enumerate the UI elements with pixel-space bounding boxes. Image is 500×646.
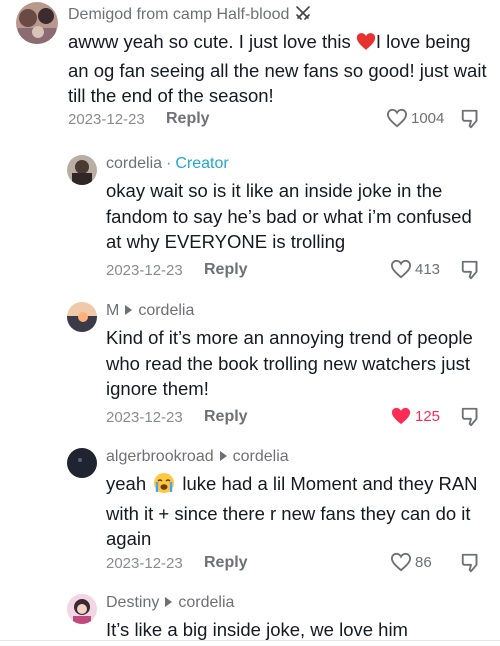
avatar[interactable]: [67, 302, 97, 332]
comment-username[interactable]: cordelia·Creator: [106, 155, 229, 173]
like-count: 125: [415, 408, 440, 425]
thumbs-down-icon: [460, 117, 482, 134]
like-button[interactable]: 1004: [386, 108, 444, 128]
heart-outline-icon: [390, 552, 412, 572]
heart-outline-icon: [386, 108, 408, 128]
reply-arrow-icon: [125, 305, 132, 315]
dislike-button[interactable]: [460, 552, 482, 579]
comment-username[interactable]: Demigod from camp Half-blood: [68, 4, 312, 27]
comment-username[interactable]: Destinycordelia: [106, 594, 234, 612]
comment-date: 2023-12-23: [106, 262, 183, 279]
like-count: 1004: [411, 110, 444, 127]
reply-button[interactable]: Reply: [204, 554, 248, 572]
thumbs-down-icon: [460, 268, 482, 285]
comment-text: yeah luke had a lil Moment and they RAN …: [106, 471, 491, 552]
reply-arrow-icon: [165, 597, 172, 607]
reply-button[interactable]: Reply: [166, 110, 210, 128]
comment-date: 2023-12-23: [106, 409, 183, 426]
comment-username[interactable]: Mcordelia: [106, 302, 194, 320]
like-count: 413: [415, 261, 440, 278]
avatar[interactable]: [67, 594, 97, 624]
comment-text: awww yeah so cute. I just love this I lo…: [68, 29, 488, 109]
comment-date: 2023-12-23: [106, 555, 183, 572]
like-button[interactable]: 413: [390, 259, 440, 279]
reply-button[interactable]: Reply: [204, 408, 248, 426]
comment-text: Kind of it’s more an annoying trend of p…: [106, 325, 486, 402]
heart-outline-icon: [390, 259, 412, 279]
dislike-button[interactable]: [460, 406, 482, 433]
red-heart-emoji-icon: [356, 32, 376, 58]
avatar[interactable]: [67, 448, 97, 478]
loudly-crying-emoji-icon: [153, 472, 175, 501]
crossed-swords-icon: [294, 4, 312, 27]
thumbs-down-icon: [460, 415, 482, 432]
divider: [0, 640, 500, 641]
like-button[interactable]: 86: [390, 552, 432, 572]
like-button[interactable]: 125: [390, 406, 440, 426]
comment-text: It’s like a big inside joke, we love him: [106, 617, 491, 643]
avatar[interactable]: [67, 155, 97, 185]
reply-button[interactable]: Reply: [204, 261, 248, 279]
creator-badge: Creator: [175, 155, 228, 172]
dislike-button[interactable]: [460, 259, 482, 286]
reply-arrow-icon: [220, 451, 227, 461]
dislike-button[interactable]: [460, 108, 482, 135]
avatar[interactable]: [16, 2, 58, 44]
like-count: 86: [415, 554, 432, 571]
thumbs-down-icon: [460, 561, 482, 578]
comment-date: 2023-12-23: [68, 111, 145, 128]
comment-username[interactable]: algerbrookroadcordelia: [106, 448, 289, 466]
heart-filled-icon: [390, 406, 412, 426]
comment-text: okay wait so is it like an inside joke i…: [106, 178, 486, 255]
